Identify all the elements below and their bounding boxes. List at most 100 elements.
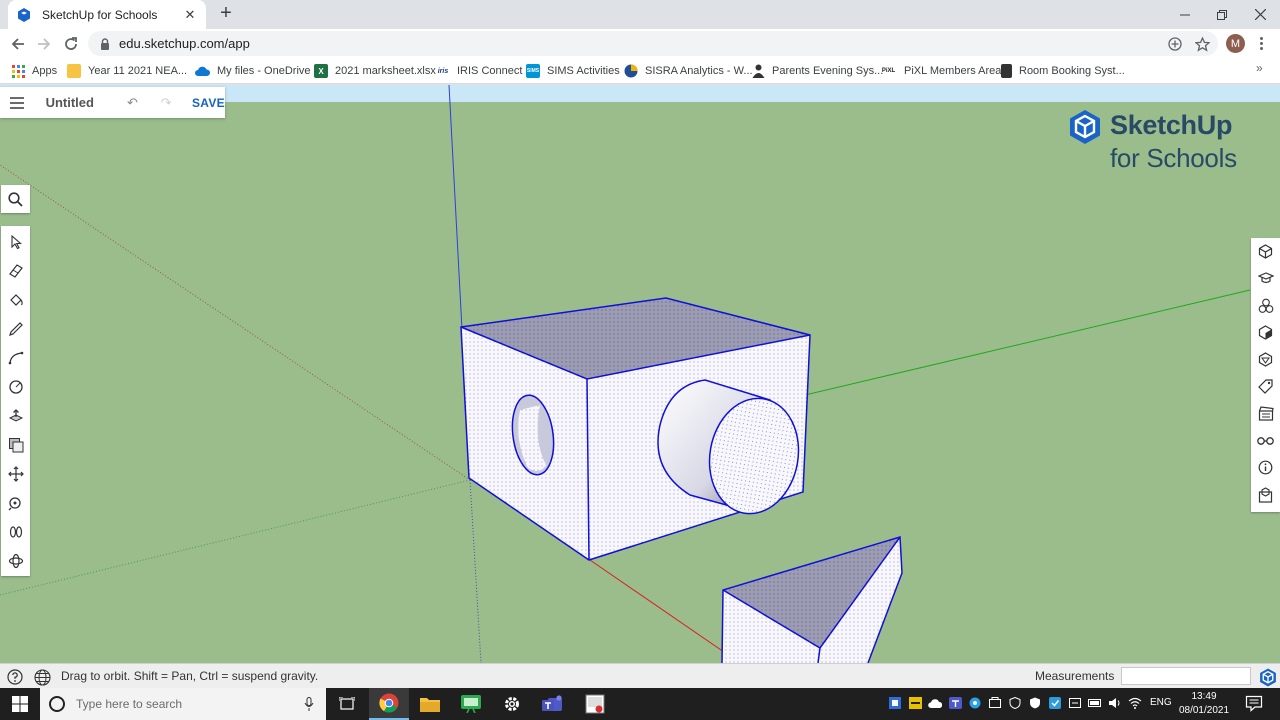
tray-app-icon-3[interactable] <box>968 696 982 710</box>
taskbar-app-green[interactable] <box>451 688 491 720</box>
task-view-button[interactable] <box>327 688 367 720</box>
bookmark-marksheet[interactable]: X 2021 marksheet.xlsx <box>314 62 436 80</box>
bookmark-onedrive[interactable]: My files - OneDrive <box>195 62 311 80</box>
undo-icon[interactable]: ↶ <box>121 91 145 115</box>
tray-app-icon-6[interactable] <box>1068 696 1082 710</box>
taskbar-chrome[interactable] <box>369 688 409 720</box>
back-button[interactable] <box>6 32 30 56</box>
orbit-tool-button[interactable] <box>1 547 30 575</box>
tape-measure-tool-icon <box>8 497 21 511</box>
profile-avatar[interactable]: M <box>1226 34 1245 53</box>
input-language[interactable]: ENG <box>1150 697 1172 708</box>
arc-tool-icon <box>8 351 23 365</box>
tab-close-icon[interactable]: ✕ <box>182 7 198 23</box>
tray-teams-icon[interactable] <box>948 696 962 710</box>
wedge-model[interactable] <box>721 536 903 663</box>
bookmark-star-button[interactable] <box>1192 34 1212 54</box>
bookmark-apps[interactable]: Apps <box>12 62 57 80</box>
clock-time: 13:49 <box>1191 691 1217 702</box>
bookmark-pixl-members[interactable]: PiXL PiXL Members Area <box>880 62 1002 80</box>
tab-title: SketchUp for Schools <box>42 7 158 22</box>
move-tool-button[interactable] <box>1 460 30 488</box>
excel-icon: X <box>314 64 328 78</box>
offset-tool-button[interactable] <box>1 431 30 459</box>
browser-tab-strip: SketchUp for Schools ✕ + <box>0 0 1280 29</box>
paint-bucket-tool-button[interactable] <box>1 286 30 314</box>
display-button[interactable] <box>1251 427 1280 454</box>
language-button[interactable] <box>33 668 51 686</box>
redo-icon[interactable]: ↷ <box>154 91 178 115</box>
tray-app-icon-5[interactable] <box>1048 696 1062 710</box>
bookmark-year11-nea[interactable]: Year 11 2021 NEA... <box>67 62 187 80</box>
circle-tool-button[interactable] <box>1 373 30 401</box>
materials-button[interactable] <box>1251 319 1280 346</box>
taskbar-search-box[interactable]: Type here to search <box>40 688 326 720</box>
chrome-menu-icon[interactable] <box>1254 33 1268 53</box>
bookmark-iris-connect[interactable]: iris IRIS Connect <box>436 62 523 80</box>
help-button[interactable] <box>6 668 24 686</box>
measurements-label: Measurements <box>1035 669 1115 683</box>
battery-icon[interactable] <box>1088 696 1102 710</box>
pencil-tool-button[interactable] <box>1 315 30 343</box>
3d-warehouse-button[interactable] <box>1251 481 1280 508</box>
document-title[interactable]: Untitled <box>46 95 121 110</box>
instructor-button[interactable] <box>1251 265 1280 292</box>
tape-measure-tool-button[interactable] <box>1 489 30 517</box>
model-info-button[interactable] <box>1251 454 1280 481</box>
restore-button[interactable] <box>1202 0 1242 29</box>
bookmark-room-booking[interactable]: Room Booking Syst... <box>1001 62 1125 80</box>
measurements-input[interactable] <box>1121 667 1251 685</box>
components-icon <box>1258 298 1273 313</box>
taskbar-app-red[interactable] <box>575 688 615 720</box>
file-toolbar: Untitled ↶ ↷ SAVE <box>0 87 225 118</box>
taskbar-teams[interactable] <box>533 688 573 720</box>
search-tool-button[interactable] <box>1 185 30 213</box>
new-tab-button[interactable]: + <box>215 3 237 25</box>
windows-taskbar: Type here to search ENG 13:49 08/01/2021 <box>0 688 1280 720</box>
bookmark-sisra-analytics[interactable]: SISRA Analytics - W... <box>624 62 753 80</box>
bookmark-parents-evening[interactable]: Parents Evening Sys... <box>752 62 883 80</box>
reload-button[interactable] <box>59 32 83 56</box>
arc-tool-button[interactable] <box>1 344 30 372</box>
sketchup-logo-icon <box>1070 110 1100 144</box>
taskbar-file-explorer[interactable] <box>410 688 450 720</box>
tray-shield-icon[interactable] <box>1028 696 1042 710</box>
wifi-icon[interactable] <box>1128 696 1142 710</box>
tags-icon <box>1258 379 1273 394</box>
box-model[interactable] <box>460 297 811 561</box>
forward-button[interactable] <box>32 32 56 56</box>
tray-security-icon[interactable] <box>1008 696 1022 710</box>
hamburger-menu-icon[interactable] <box>0 87 34 118</box>
start-button[interactable] <box>0 688 40 720</box>
save-button[interactable]: SAVE <box>192 96 225 110</box>
tags-button[interactable] <box>1251 373 1280 400</box>
address-bar[interactable]: edu.sketchup.com/app <box>88 31 1218 56</box>
bookmarks-overflow-icon[interactable]: » <box>1256 61 1263 75</box>
notifications-button[interactable] <box>1245 694 1265 714</box>
install-app-button[interactable] <box>1165 34 1185 54</box>
folder-icon <box>67 64 81 78</box>
select-tool-button[interactable] <box>1 228 30 256</box>
sketchup-favicon-icon <box>18 7 30 22</box>
minimize-button[interactable] <box>1165 0 1205 29</box>
entity-info-button[interactable] <box>1251 238 1280 265</box>
tray-onedrive-icon[interactable] <box>928 696 942 710</box>
clock[interactable]: 13:49 08/01/2021 <box>1178 690 1230 718</box>
push-pull-tool-button[interactable] <box>1 402 30 430</box>
browser-tab[interactable]: SketchUp for Schools ✕ <box>8 0 206 29</box>
components-button[interactable] <box>1251 292 1280 319</box>
walk-tool-button[interactable] <box>1 518 30 546</box>
taskbar-settings[interactable] <box>492 688 532 720</box>
volume-icon[interactable] <box>1108 696 1122 710</box>
bookmark-sims-activities[interactable]: SIMS SIMS Activities <box>526 62 620 80</box>
eraser-tool-button[interactable] <box>1 257 30 285</box>
tray-app-icon-4[interactable] <box>988 696 1002 710</box>
tray-app-icon-2[interactable] <box>908 696 922 710</box>
styles-button[interactable] <box>1251 346 1280 373</box>
book-icon <box>1001 64 1012 78</box>
scenes-button[interactable] <box>1251 400 1280 427</box>
close-window-button[interactable] <box>1240 0 1280 29</box>
pencil-tool-icon <box>8 322 23 336</box>
person-icon <box>752 64 765 78</box>
tray-app-icon-1[interactable] <box>888 696 902 710</box>
